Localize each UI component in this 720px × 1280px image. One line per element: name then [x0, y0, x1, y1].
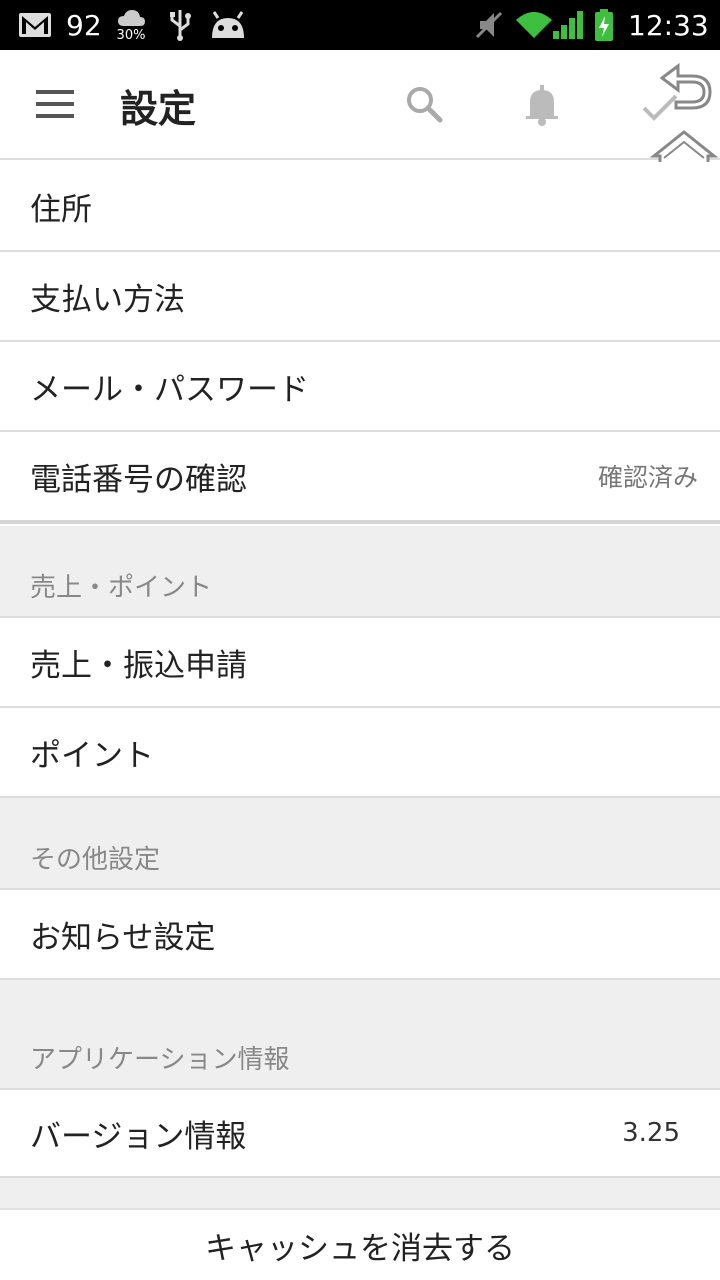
settings-row-payment[interactable]: 支払い方法	[0, 252, 720, 342]
row-label: お知らせ設定	[30, 919, 216, 956]
section-header-app-info: アプリケーション情報	[0, 980, 720, 1090]
section-spacer	[0, 1178, 720, 1208]
notification-count: 92	[66, 8, 102, 42]
undo-icon[interactable]	[656, 58, 714, 118]
section-header-other: その他設定	[0, 798, 720, 890]
row-label: メール・パスワード	[30, 371, 309, 408]
row-label: 支払い方法	[30, 281, 185, 318]
phone-verified-status: 確認済み	[597, 463, 698, 492]
row-label: ポイント	[30, 737, 154, 774]
signal-icon	[552, 0, 586, 50]
settings-row-notification-settings[interactable]: お知らせ設定	[0, 890, 720, 980]
section-title: その他設定	[30, 845, 161, 875]
row-label: 売上・振込申請	[30, 647, 247, 684]
weather-percent: 30%	[116, 27, 146, 43]
mute-icon	[474, 0, 504, 50]
search-icon[interactable]	[404, 84, 444, 128]
usb-icon	[168, 0, 192, 50]
app-bar: 設定	[0, 50, 720, 160]
page-title: 設定	[120, 87, 197, 131]
menu-icon[interactable]	[36, 90, 76, 120]
settings-row-sales-transfer[interactable]: 売上・振込申請	[0, 618, 720, 708]
notification-bell-icon[interactable]	[522, 84, 562, 130]
row-label: 電話番号の確認	[30, 461, 247, 498]
settings-row-address[interactable]: 住所	[0, 162, 720, 252]
android-debug-icon	[208, 0, 248, 50]
row-label: バージョン情報	[30, 1118, 247, 1155]
section-title: 売上・ポイント	[30, 573, 213, 603]
row-label: 住所	[30, 191, 92, 228]
settings-row-version[interactable]: バージョン情報 3.25	[0, 1090, 720, 1178]
version-number: 3.25	[622, 1118, 680, 1148]
section-header-sales: 売上・ポイント	[0, 526, 720, 618]
section-title: アプリケーション情報	[30, 1045, 290, 1075]
status-bar: 92 30% 12:33	[0, 0, 720, 50]
gmail-icon	[18, 0, 52, 50]
settings-row-email-password[interactable]: メール・パスワード	[0, 342, 720, 432]
weather-icon: 30%	[116, 0, 146, 50]
wifi-icon	[514, 0, 554, 50]
battery-charging-icon	[594, 0, 614, 50]
settings-row-points[interactable]: ポイント	[0, 708, 720, 798]
clear-cache-button[interactable]: キャッシュを消去する	[0, 1208, 720, 1280]
clock: 12:33	[628, 8, 709, 42]
settings-row-phone-verification[interactable]: 電話番号の確認 確認済み	[0, 432, 720, 524]
